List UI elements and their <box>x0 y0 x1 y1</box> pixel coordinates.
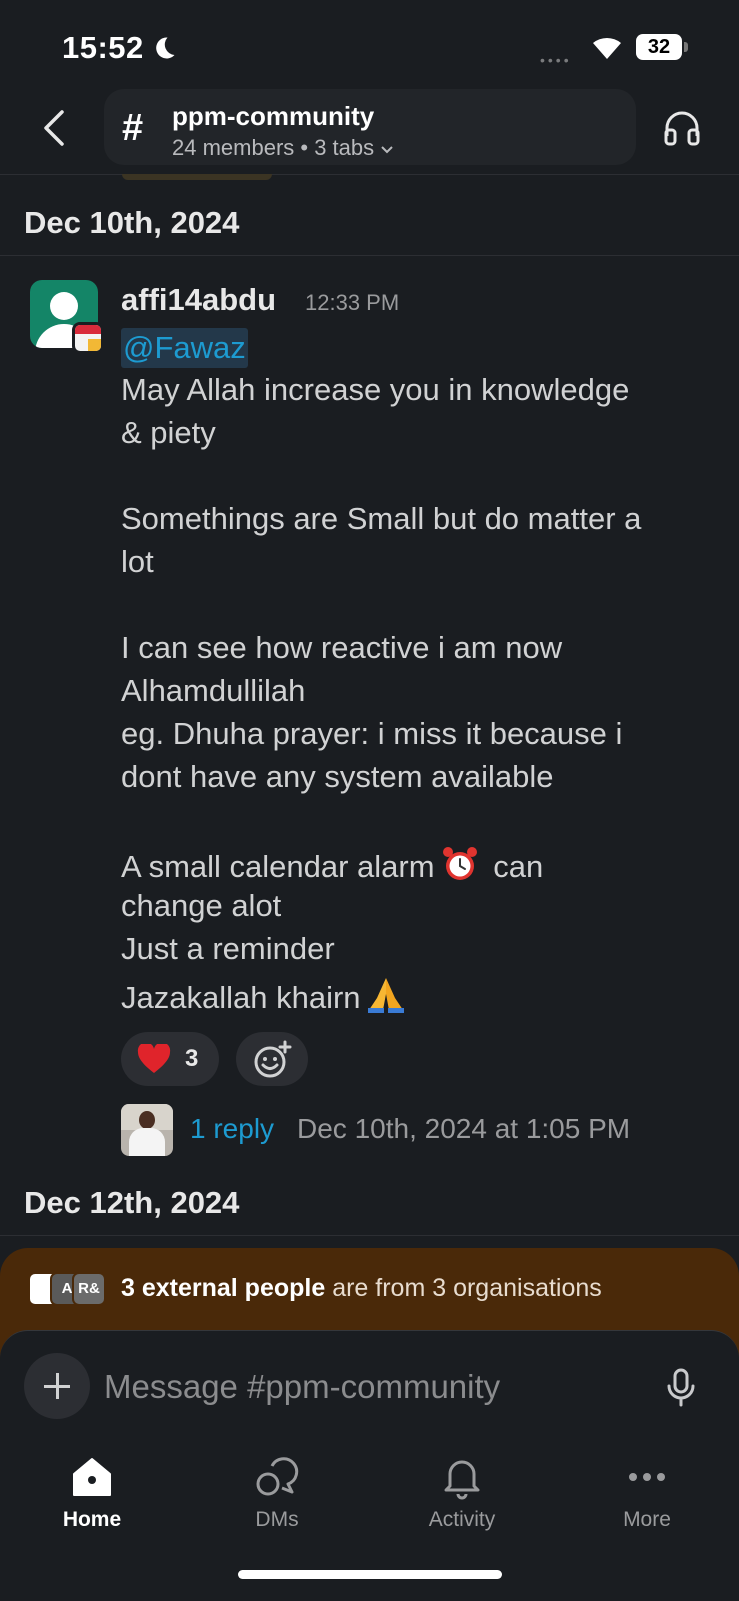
bell-icon <box>444 1460 480 1500</box>
tab-activity[interactable]: Activity <box>397 1454 527 1544</box>
home-icon <box>73 1458 111 1496</box>
moon-icon <box>156 37 175 59</box>
channel-meta: 24 members • 3 tabs <box>172 135 394 161</box>
huddle-headphones-button[interactable] <box>662 106 702 150</box>
user-mention[interactable]: @Fawaz <box>121 328 248 368</box>
hash-icon: # <box>122 107 144 149</box>
channel-info-button[interactable]: # ppm-community 24 members • 3 tabs <box>104 89 636 165</box>
org-badge-r: R& <box>72 1272 106 1306</box>
tab-label: DMs <box>255 1508 299 1531</box>
add-reaction-button[interactable] <box>236 1032 308 1086</box>
reply-avatar[interactable] <box>121 1104 173 1156</box>
status-time: 15:52 <box>62 30 144 65</box>
thread-last-reply-time: Dec 10th, 2024 at 1:05 PM <box>297 1113 631 1144</box>
tab-label: Activity <box>428 1508 496 1531</box>
message-text-line: I can see how reactive i am now <box>121 630 563 665</box>
message-text-line: lot <box>121 544 154 579</box>
date-separator: Dec 12th, 2024 <box>0 1173 739 1236</box>
tab-label: More <box>623 1508 671 1531</box>
calendar-status-icon <box>72 322 104 354</box>
heart-icon <box>137 1044 171 1073</box>
channel-header: # ppm-community 24 members • 3 tabs <box>0 84 739 175</box>
back-button[interactable] <box>36 106 72 150</box>
message-text-line: Alhamdullilah <box>121 673 306 708</box>
message-text-line: dont have any system available <box>121 759 554 794</box>
channel-name: ppm-community <box>172 101 375 131</box>
message-text-line: change alot <box>121 888 282 923</box>
alarm-clock-icon <box>442 847 477 880</box>
message-text-line: A small calendar alarm can <box>121 845 543 885</box>
tab-more[interactable]: More <box>582 1454 712 1544</box>
message-text-line: May Allah increase you in knowledge <box>121 372 630 407</box>
battery-icon: 32 <box>636 34 688 64</box>
add-emoji-icon <box>254 1040 292 1078</box>
message-text-line: Somethings are Small but do matter a <box>121 501 642 536</box>
chevron-down-icon <box>381 146 393 154</box>
message-text-line: Just a reminder <box>121 931 335 966</box>
external-people-text: 3 external people are from 3 organisatio… <box>121 1274 602 1302</box>
signal-icon: •••• <box>540 52 572 68</box>
org-badges: A R& <box>28 1272 108 1306</box>
tab-label: Home <box>62 1508 122 1531</box>
microphone-icon[interactable] <box>666 1367 696 1407</box>
bottom-tab-bar: Home DMs Activity More <box>0 1440 739 1560</box>
message-text-line: Jazakallah khairn <box>121 974 407 1016</box>
date-separator-label: Dec 10th, 2024 <box>24 205 240 240</box>
tab-dms[interactable]: DMs <box>212 1454 342 1544</box>
more-dots-icon <box>629 1473 665 1481</box>
reaction-count: 3 <box>185 1045 199 1072</box>
message-author[interactable]: affi14abdu <box>121 282 276 318</box>
tab-home[interactable]: Home <box>27 1454 157 1544</box>
message-input[interactable] <box>104 1357 634 1417</box>
date-separator-label: Dec 12th, 2024 <box>24 1185 240 1220</box>
status-bar: 15:52 •••• 32 <box>0 0 739 90</box>
add-attachment-button[interactable] <box>24 1353 90 1419</box>
message-text-line: eg. Dhuha prayer: i miss it because i <box>121 716 623 751</box>
message-timestamp: 12:33 PM <box>305 290 400 315</box>
battery-level: 32 <box>636 34 682 60</box>
date-separator: Dec 10th, 2024 <box>0 193 739 256</box>
home-indicator <box>238 1570 502 1579</box>
wifi-icon <box>593 37 621 59</box>
thread-replies-link[interactable]: 1 reply <box>190 1113 274 1145</box>
dms-icon <box>256 1457 299 1496</box>
folded-hands-icon <box>367 978 404 1013</box>
message-text-line: & piety <box>121 415 216 450</box>
previous-message-edge <box>122 174 272 180</box>
heart-reaction-button[interactable]: 3 <box>121 1032 219 1086</box>
